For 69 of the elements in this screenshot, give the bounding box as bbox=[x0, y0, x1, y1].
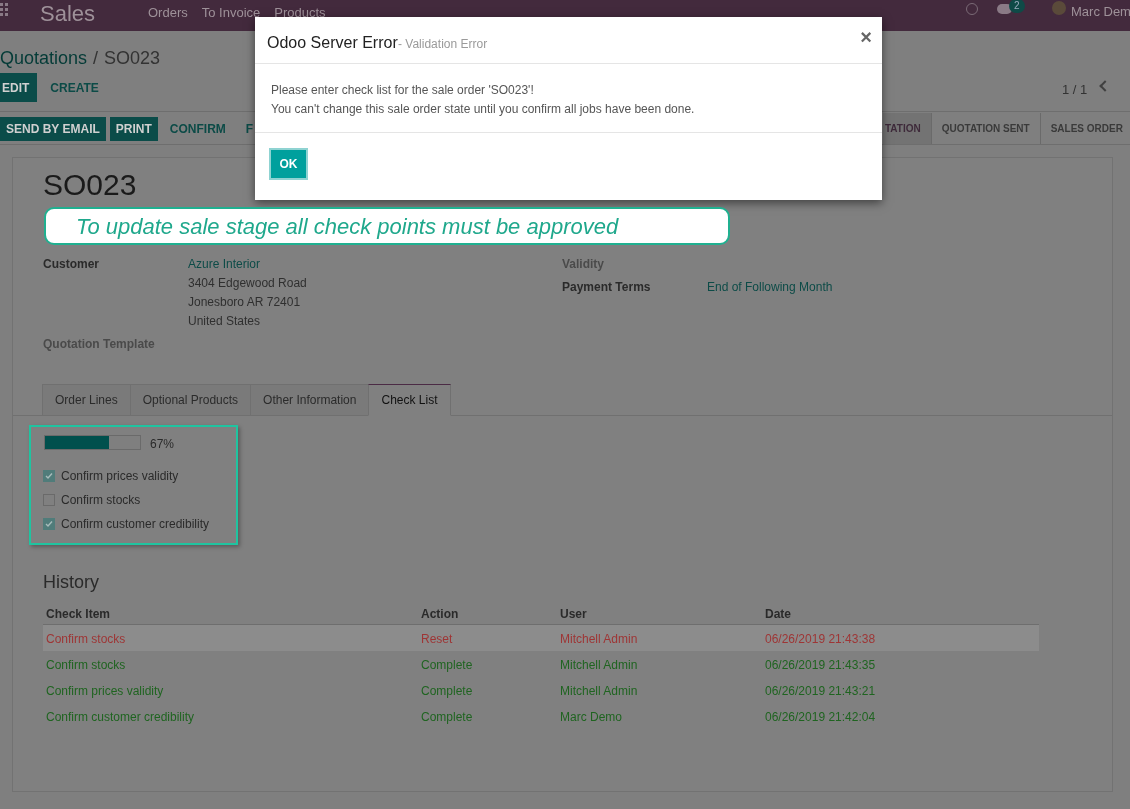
table-cell-text: Reset bbox=[421, 631, 453, 648]
tab[interactable]: Other Information bbox=[250, 384, 370, 416]
section-heading: History bbox=[43, 571, 99, 594]
field-label: Payment Terms bbox=[562, 279, 651, 296]
callout: To update sale stage all check points must be approved bbox=[44, 207, 730, 245]
edit-button[interactable]: EDIT bbox=[0, 73, 38, 102]
address-line: Jonesboro AR 72401 bbox=[188, 294, 301, 311]
ok-button[interactable]: OK bbox=[269, 148, 308, 180]
header-button[interactable]: SEND BY EMAIL bbox=[0, 117, 106, 141]
column-header: Date bbox=[765, 606, 791, 623]
message-count: 2 bbox=[1009, 0, 1025, 13]
table-cell-text: 06/26/2019 21:43:38 bbox=[765, 631, 876, 648]
column-header: User bbox=[560, 606, 587, 623]
field-label: Customer bbox=[43, 256, 99, 273]
checklist-item-label: Confirm stocks bbox=[61, 492, 141, 509]
tab[interactable]: Optional Products bbox=[129, 384, 252, 416]
tab[interactable]: Order Lines bbox=[42, 384, 131, 416]
breadcrumb-separator: / bbox=[93, 47, 99, 70]
table-row[interactable]: Confirm customer credibility Complete Marc Demo 06/26/2019 21:42:04 bbox=[43, 703, 1039, 729]
app-title: Sales bbox=[40, 0, 96, 28]
close-button[interactable]: × bbox=[860, 27, 872, 47]
status-stage[interactable]: TATION bbox=[883, 113, 932, 144]
table-cell-text: 06/26/2019 21:42:04 bbox=[765, 709, 876, 726]
pager-text: 1 / 1 bbox=[1062, 81, 1088, 99]
checkbox[interactable] bbox=[43, 518, 55, 530]
table-cell-text: Mitchell Admin bbox=[560, 657, 638, 674]
apps-menu-icon[interactable] bbox=[0, 3, 8, 16]
table-cell-text: Complete bbox=[421, 683, 473, 700]
record-title: SO023 bbox=[43, 168, 137, 202]
table-cell-text: Confirm stocks bbox=[46, 631, 126, 648]
table-cell-text: Confirm customer credibility bbox=[46, 709, 195, 726]
column-header: Check Item bbox=[46, 606, 111, 623]
payment-terms-link[interactable]: End of Following Month bbox=[707, 278, 833, 296]
create-button[interactable]: CREATE bbox=[38, 73, 111, 102]
dialog-subtitle: - Validation Error bbox=[398, 37, 488, 53]
address-line: United States bbox=[188, 313, 261, 330]
checklist-item-label: Confirm prices validity bbox=[61, 468, 179, 485]
table-cell-text: Complete bbox=[421, 709, 473, 726]
checklist-item-label: Confirm customer credibility bbox=[61, 516, 210, 533]
table-cell-text: Complete bbox=[421, 657, 473, 674]
table-cell-text: Mitchell Admin bbox=[560, 631, 638, 648]
breadcrumb-current: SO023 bbox=[104, 47, 161, 70]
header-button[interactable]: F bbox=[237, 117, 262, 141]
progress-reading: 67% bbox=[150, 436, 175, 453]
user-name[interactable]: Marc Dem bbox=[1071, 2, 1130, 22]
status-stage[interactable]: SALES ORDER bbox=[1040, 113, 1123, 144]
tab[interactable]: Check List bbox=[368, 384, 451, 416]
table-row[interactable]: Confirm prices validity Complete Mitchell Admin 06/26/2019 21:43:21 bbox=[43, 677, 1039, 703]
customer-link[interactable]: Azure Interior bbox=[188, 255, 261, 273]
table-cell-text: Confirm prices validity bbox=[46, 683, 164, 700]
table-row[interactable]: Confirm stocks Complete Mitchell Admin 06/26/2019 21:43:35 bbox=[43, 651, 1039, 677]
table-row[interactable]: Confirm stocks Reset Mitchell Admin 06/26/2019 21:43:38 bbox=[43, 625, 1039, 651]
checkbox[interactable] bbox=[43, 470, 55, 482]
breadcrumb-link[interactable]: Quotations bbox=[0, 45, 88, 72]
menu-item[interactable]: To Invoice bbox=[201, 3, 261, 23]
table-cell-text: 06/26/2019 21:43:35 bbox=[765, 657, 876, 674]
header-button[interactable]: CONFIRM bbox=[161, 117, 234, 141]
dialog-title: Odoo Server Error bbox=[267, 33, 398, 53]
table-cell-text: Marc Demo bbox=[560, 709, 622, 726]
menu-item[interactable]: Orders bbox=[148, 3, 188, 23]
header-button[interactable]: PRINT bbox=[109, 117, 158, 141]
dialog-message: Please enter check list for the sale order 'SO023'! bbox=[271, 82, 535, 99]
column-header: Action bbox=[421, 606, 459, 623]
table-cell-text: Confirm stocks bbox=[46, 657, 126, 674]
address-line: 3404 Edgewood Road bbox=[188, 275, 307, 292]
dialog-message: You can't change this sale order state until you confirm all jobs have been done. bbox=[271, 101, 696, 118]
avatar-icon[interactable] bbox=[1052, 1, 1066, 15]
table-cell-text: 06/26/2019 21:43:21 bbox=[765, 683, 876, 700]
table-cell-text: Mitchell Admin bbox=[560, 683, 638, 700]
